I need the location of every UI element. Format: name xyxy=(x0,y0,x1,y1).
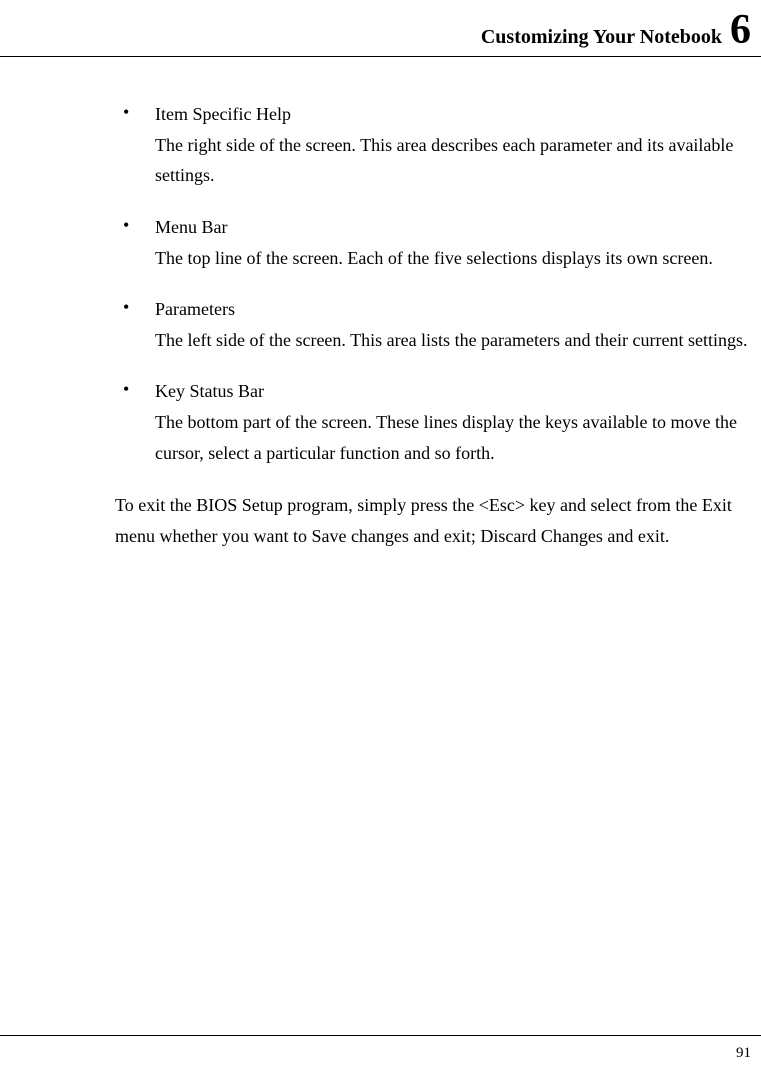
closing-paragraph: To exit the BIOS Setup program, simply p… xyxy=(115,490,751,551)
page-footer: 91 xyxy=(0,1035,761,1080)
bullet-list: Item Specific Help The right side of the… xyxy=(115,100,751,468)
header-chapter-number: 6 xyxy=(730,12,751,50)
list-item: Menu Bar The top line of the screen. Eac… xyxy=(115,213,751,273)
item-title: Key Status Bar xyxy=(155,377,751,407)
list-item: Key Status Bar The bottom part of the sc… xyxy=(115,377,751,468)
page-header: Customizing Your Notebook 6 xyxy=(0,0,761,57)
item-description: The right side of the screen. This area … xyxy=(155,130,751,191)
list-item: Parameters The left side of the screen. … xyxy=(115,295,751,355)
header-title: Customizing Your Notebook xyxy=(481,26,722,49)
item-title: Parameters xyxy=(155,295,751,325)
header-inner: Customizing Your Notebook 6 xyxy=(0,12,761,50)
item-title: Menu Bar xyxy=(155,213,751,243)
page-number: 91 xyxy=(736,1045,751,1061)
item-description: The left side of the screen. This area l… xyxy=(155,325,751,356)
list-item: Item Specific Help The right side of the… xyxy=(115,100,751,191)
page-content: Item Specific Help The right side of the… xyxy=(115,100,751,552)
item-description: The bottom part of the screen. These lin… xyxy=(155,407,751,468)
item-title: Item Specific Help xyxy=(155,100,751,130)
item-description: The top line of the screen. Each of the … xyxy=(155,243,751,274)
